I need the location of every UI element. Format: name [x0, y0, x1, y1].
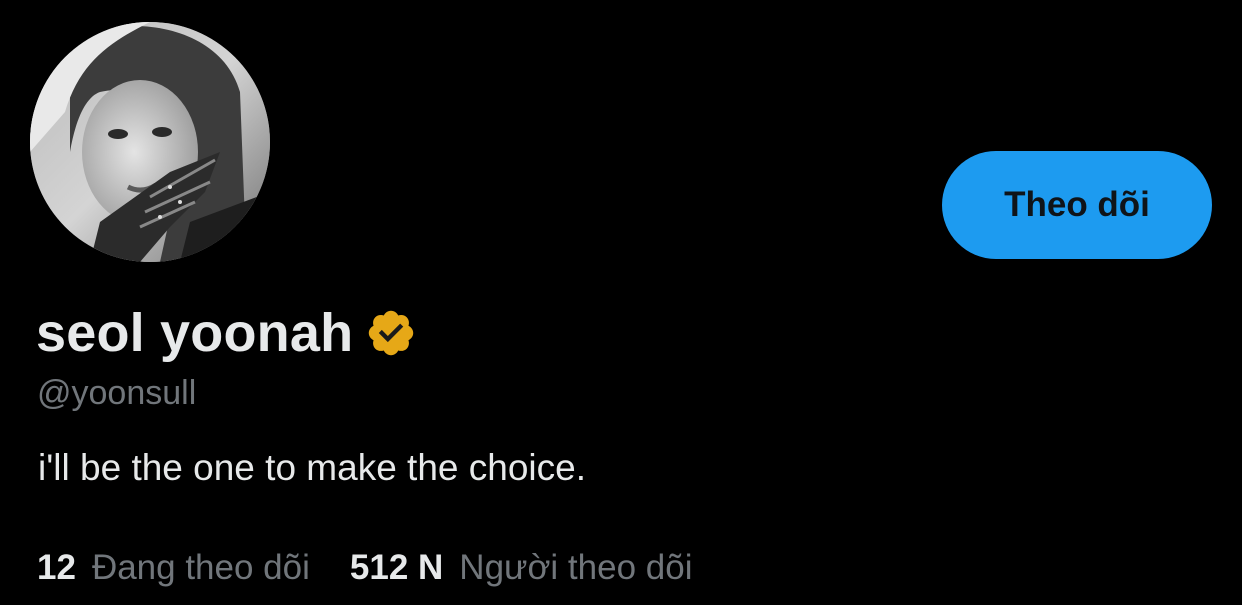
verified-badge-icon[interactable] [365, 307, 417, 359]
display-name: seol yoonah [36, 303, 354, 363]
avatar[interactable] [30, 22, 270, 262]
follow-stats: 12 Đang theo dõi 512 N Người theo dõi [37, 545, 692, 591]
followers-stat[interactable]: 512 N Người theo dõi [350, 545, 693, 591]
name-row: seol yoonah [36, 300, 417, 366]
following-stat[interactable]: 12 Đang theo dõi [37, 545, 310, 591]
user-handle: @yoonsull [37, 374, 197, 412]
user-bio: i'll be the one to make the choice. [38, 447, 587, 488]
following-label: Đang theo dõi [91, 548, 310, 587]
profile-header: Theo dõi seol yoonah @yoonsull i'll be t… [0, 0, 1242, 605]
avatar-image [30, 22, 270, 262]
followers-count: 512 N [349, 548, 444, 587]
follow-button[interactable]: Theo dõi [942, 151, 1212, 259]
followers-label: Người theo dõi [459, 548, 693, 587]
following-count: 12 [37, 548, 76, 587]
